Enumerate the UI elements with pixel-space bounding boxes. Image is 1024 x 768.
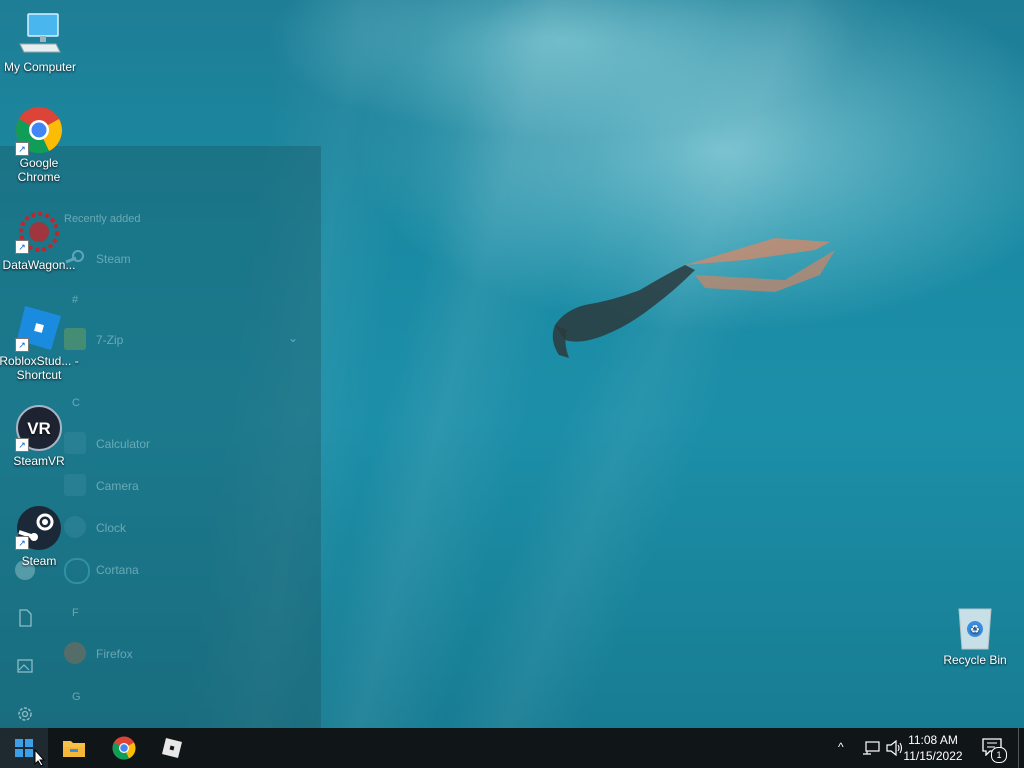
desktop-icon-label: SteamVR xyxy=(13,454,65,468)
shortcut-arrow-icon: ↗ xyxy=(15,536,29,550)
chevron-down-icon[interactable]: ⌄ xyxy=(288,331,298,345)
windows-logo-icon xyxy=(15,739,33,757)
documents-icon[interactable] xyxy=(15,608,35,628)
start-item-firefox[interactable]: Firefox xyxy=(96,647,133,661)
clock-time: 11:08 AM xyxy=(908,733,958,747)
start-item-steam[interactable]: Steam xyxy=(96,252,131,266)
shortcut-arrow-icon: ↗ xyxy=(15,338,29,352)
network-icon[interactable] xyxy=(862,741,880,755)
settings-gear-icon[interactable] xyxy=(15,704,35,724)
start-item-7zip[interactable]: 7-Zip xyxy=(96,333,123,347)
taskbar-chrome[interactable] xyxy=(100,728,148,768)
desktop-icon-google-chrome[interactable]: ↗ Google Chrome xyxy=(0,106,79,184)
start-item-camera[interactable]: Camera xyxy=(96,479,139,493)
taskbar-roblox[interactable] xyxy=(148,728,196,768)
camera-icon xyxy=(64,474,86,496)
roblox-icon xyxy=(162,738,182,758)
desktop-icon-label: My Computer xyxy=(3,60,77,74)
notification-count-badge: 1 xyxy=(991,747,1007,763)
taskbar-clock[interactable]: 11:08 AM 11/15/2022 xyxy=(898,732,968,764)
taskbar: ^ 11:08 AM 11/15/2022 1 xyxy=(0,728,1024,768)
file-explorer-icon xyxy=(63,741,85,757)
mouse-cursor-icon xyxy=(34,749,46,767)
taskbar-file-explorer[interactable] xyxy=(50,728,98,768)
desktop-icon-label: RobloxStud... - Shortcut xyxy=(0,354,79,382)
show-hidden-icons-chevron-up-icon[interactable]: ^ xyxy=(838,740,844,768)
section-header-g[interactable]: G xyxy=(72,691,81,703)
wallpaper-diver xyxy=(552,238,835,358)
start-item-clock[interactable]: Clock xyxy=(96,521,126,535)
section-header-f[interactable]: F xyxy=(72,607,79,619)
desktop-icon-steamvr[interactable]: VR ↗ SteamVR xyxy=(0,404,79,468)
computer-icon xyxy=(19,13,61,53)
svg-text:VR: VR xyxy=(27,419,51,438)
firefox-icon xyxy=(64,642,86,664)
desktop-icon-steam[interactable]: ↗ Steam xyxy=(0,504,79,568)
desktop-icon-label: Recycle Bin xyxy=(943,653,1007,667)
desktop-icon-datawagon[interactable]: ↗ DataWagon... xyxy=(0,208,79,272)
clock-date: 11/15/2022 xyxy=(903,749,963,763)
chrome-icon xyxy=(112,736,136,760)
svg-text:♻: ♻ xyxy=(970,623,980,636)
start-item-cortana[interactable]: Cortana xyxy=(96,563,139,577)
shortcut-arrow-icon: ↗ xyxy=(15,438,29,452)
desktop-icon-my-computer[interactable]: My Computer xyxy=(0,10,80,74)
shortcut-arrow-icon: ↗ xyxy=(15,240,29,254)
desktop-icon-roblox-studio[interactable]: ↗ RobloxStud... - Shortcut xyxy=(0,304,79,382)
desktop-icon-label: Google Chrome xyxy=(17,156,61,184)
start-item-calculator[interactable]: Calculator xyxy=(96,437,150,451)
pictures-icon[interactable] xyxy=(15,656,35,676)
action-center-button[interactable]: 1 xyxy=(982,738,1007,763)
desktop-icon-recycle-bin[interactable]: ♻ Recycle Bin xyxy=(935,603,1015,667)
shortcut-arrow-icon: ↗ xyxy=(15,142,29,156)
desktop-icon-label: DataWagon... xyxy=(2,258,76,272)
show-desktop-button[interactable] xyxy=(1018,728,1024,768)
recycle-bin-icon: ♻ xyxy=(958,608,992,650)
desktop-icon-label: Steam xyxy=(21,554,57,568)
